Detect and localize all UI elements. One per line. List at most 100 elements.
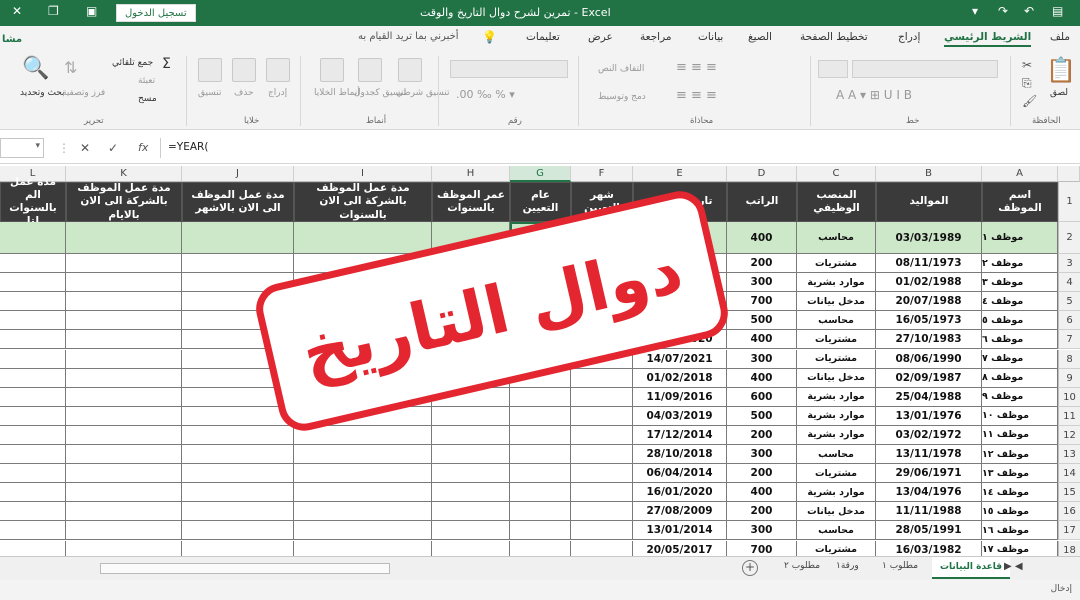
cell-salary[interactable]: 200 bbox=[727, 254, 797, 274]
cell-empty[interactable] bbox=[0, 368, 66, 388]
cell-salary[interactable]: 300 bbox=[727, 349, 797, 369]
cell-empty[interactable] bbox=[510, 406, 571, 426]
cell-empty[interactable] bbox=[294, 222, 432, 254]
cell-styles-icon[interactable] bbox=[320, 58, 344, 82]
cell-empty[interactable] bbox=[66, 330, 182, 350]
cell-birth[interactable]: 16/03/1982 bbox=[876, 540, 982, 556]
cell-name[interactable]: موظف ١٥ bbox=[982, 502, 1058, 522]
cell-job[interactable]: محاسب bbox=[797, 521, 876, 541]
row-header-12[interactable]: 12 bbox=[1058, 425, 1080, 445]
cell-job[interactable]: محاسب bbox=[797, 311, 876, 331]
row-header-10[interactable]: 10 bbox=[1058, 387, 1080, 407]
cell-empty[interactable] bbox=[182, 521, 294, 541]
row-header-6[interactable]: 6 bbox=[1058, 311, 1080, 331]
header-tenure-years[interactable]: مدة عمل الموظف بالشركة الى الان بالسنوات bbox=[294, 182, 432, 222]
cell-empty[interactable] bbox=[510, 425, 571, 445]
font-style-buttons[interactable]: A A ▾ ⊞ U I B bbox=[836, 88, 912, 102]
cell-empty[interactable] bbox=[294, 483, 432, 503]
header-tenure-months[interactable]: مدة عمل الموظف الى الان بالاشهر bbox=[182, 182, 294, 222]
cell-empty[interactable] bbox=[0, 425, 66, 445]
cell-empty[interactable] bbox=[0, 387, 66, 407]
cell-hire[interactable]: 11/09/2016 bbox=[633, 387, 727, 407]
cell-empty[interactable] bbox=[0, 483, 66, 503]
customize-qat-icon[interactable]: ▾ bbox=[972, 4, 978, 18]
delete-cells-icon[interactable] bbox=[232, 58, 256, 82]
cell-birth[interactable]: 28/05/1991 bbox=[876, 521, 982, 541]
tab-formulas[interactable]: الصيغ bbox=[748, 31, 772, 43]
horizontal-scrollbar[interactable] bbox=[100, 563, 390, 574]
cell-job[interactable]: مدخل بيانات bbox=[797, 368, 876, 388]
row-header-9[interactable]: 9 bbox=[1058, 368, 1080, 388]
cell-empty[interactable] bbox=[432, 464, 510, 484]
cell-hire[interactable]: 17/12/2014 bbox=[633, 425, 727, 445]
cell-name[interactable]: موظف ٧ bbox=[982, 349, 1058, 369]
row-header-11[interactable]: 11 bbox=[1058, 406, 1080, 426]
align-left-icons[interactable]: ≡ ≡ ≡ bbox=[676, 88, 717, 103]
cell-name[interactable]: موظف ١٤ bbox=[982, 483, 1058, 503]
cell-empty[interactable] bbox=[66, 273, 182, 293]
cell-empty[interactable] bbox=[0, 292, 66, 312]
cell-empty[interactable] bbox=[571, 445, 633, 465]
cell-empty[interactable] bbox=[0, 406, 66, 426]
number-format-dropdown[interactable] bbox=[450, 60, 568, 78]
row-header-16[interactable]: 16 bbox=[1058, 502, 1080, 522]
find-select-button[interactable]: بحث وتحديد bbox=[20, 88, 65, 98]
cell-empty[interactable] bbox=[66, 387, 182, 407]
cell-empty[interactable] bbox=[432, 502, 510, 522]
sort-filter-button[interactable]: فرز وتصفية bbox=[62, 88, 105, 98]
format-painter-icon[interactable]: 🖌 bbox=[1022, 94, 1037, 108]
header-employee-name[interactable]: اسم الموظف bbox=[982, 182, 1058, 222]
cell-empty[interactable] bbox=[571, 406, 633, 426]
sheet-tab-required-2[interactable]: مطلوب ٢ bbox=[784, 561, 820, 571]
cell-name[interactable]: موظف ٣ bbox=[982, 273, 1058, 293]
undo-icon[interactable]: ↶ bbox=[1024, 4, 1034, 18]
cell-empty[interactable] bbox=[432, 425, 510, 445]
row-header-17[interactable]: 17 bbox=[1058, 521, 1080, 541]
cell-empty[interactable] bbox=[571, 521, 633, 541]
cell-birth[interactable]: 20/07/1988 bbox=[876, 292, 982, 312]
cell-job[interactable]: محاسب bbox=[797, 222, 876, 254]
find-icon[interactable]: 🔍 bbox=[22, 56, 49, 81]
col-header-k[interactable]: K bbox=[66, 166, 182, 182]
cell-hire[interactable]: 04/03/2019 bbox=[633, 406, 727, 426]
row-header-2[interactable]: 2 bbox=[1058, 222, 1080, 254]
cell-birth[interactable]: 13/11/1978 bbox=[876, 445, 982, 465]
select-all[interactable] bbox=[1058, 166, 1080, 182]
cell-empty[interactable] bbox=[0, 222, 66, 254]
cell-empty[interactable] bbox=[66, 540, 182, 556]
cell-birth[interactable]: 29/06/1971 bbox=[876, 464, 982, 484]
cell-empty[interactable] bbox=[294, 445, 432, 465]
cell-hire[interactable]: 06/04/2014 bbox=[633, 464, 727, 484]
merge-center-button[interactable]: دمج وتوسيط bbox=[598, 92, 646, 102]
col-header-f[interactable]: F bbox=[571, 166, 633, 182]
cell-empty[interactable] bbox=[432, 521, 510, 541]
header-salary[interactable]: الراتب bbox=[727, 182, 797, 222]
cell-birth[interactable]: 13/01/1976 bbox=[876, 406, 982, 426]
cell-job[interactable]: موارد بشرية bbox=[797, 425, 876, 445]
cell-name[interactable]: موظف ٩ bbox=[982, 387, 1058, 407]
cell-empty[interactable] bbox=[66, 464, 182, 484]
cell-birth[interactable]: 11/11/1988 bbox=[876, 502, 982, 522]
cell-job[interactable]: مشتريات bbox=[797, 349, 876, 369]
wrap-text-button[interactable]: التفاف النص bbox=[598, 64, 644, 74]
cell-name[interactable]: موظف ١٠ bbox=[982, 406, 1058, 426]
cell-birth[interactable]: 08/06/1990 bbox=[876, 349, 982, 369]
cell-birth[interactable]: 27/10/1983 bbox=[876, 330, 982, 350]
cell-empty[interactable] bbox=[294, 540, 432, 556]
cell-job[interactable]: مشتريات bbox=[797, 330, 876, 350]
cell-hire[interactable]: 20/05/2017 bbox=[633, 540, 727, 556]
cell-empty[interactable] bbox=[182, 406, 294, 426]
cell-salary[interactable]: 700 bbox=[727, 540, 797, 556]
cell-salary[interactable]: 400 bbox=[727, 368, 797, 388]
cell-salary[interactable]: 700 bbox=[727, 292, 797, 312]
col-header-h[interactable]: H bbox=[432, 166, 510, 182]
sheet-tab-sheet1[interactable]: ورقة١ bbox=[836, 561, 859, 571]
cell-salary[interactable]: 200 bbox=[727, 502, 797, 522]
cell-job[interactable]: مدخل بيانات bbox=[797, 502, 876, 522]
save-icon[interactable]: ▤ bbox=[1052, 4, 1063, 18]
cell-empty[interactable] bbox=[0, 540, 66, 556]
cell-job[interactable]: موارد بشرية bbox=[797, 387, 876, 407]
cell-empty[interactable] bbox=[571, 425, 633, 445]
insert-cells-icon[interactable] bbox=[266, 58, 290, 82]
cell-empty[interactable] bbox=[66, 502, 182, 522]
